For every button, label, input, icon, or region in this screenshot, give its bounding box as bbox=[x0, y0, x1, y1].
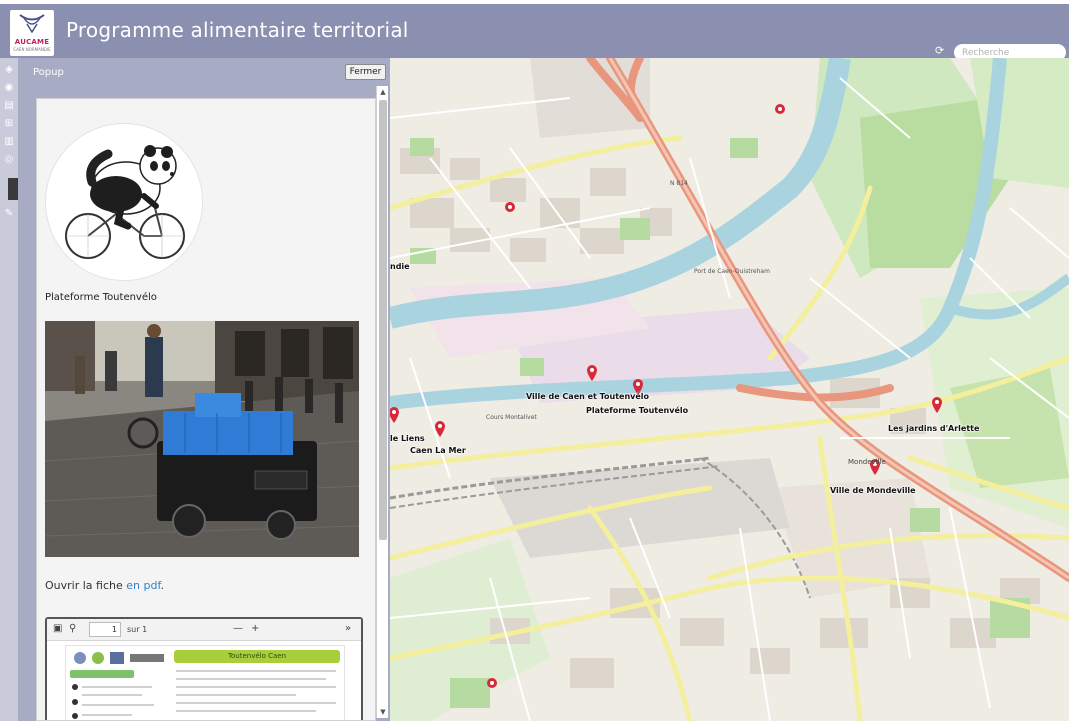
measure-icon[interactable]: ⊞ bbox=[3, 118, 15, 130]
map-pin-icon[interactable] bbox=[931, 396, 943, 414]
pdf-bullet-icons bbox=[72, 684, 78, 719]
popup-title: Popup bbox=[33, 67, 64, 78]
sidebar-icon[interactable] bbox=[8, 178, 18, 200]
app-title: Programme alimentaire territorial bbox=[66, 18, 409, 42]
map-view[interactable]: Ville de Caen et Toutenvélo Plateforme T… bbox=[390, 58, 1069, 721]
scroll-up-icon[interactable]: ▲ bbox=[377, 86, 389, 98]
print-icon[interactable]: ▥ bbox=[3, 136, 15, 148]
pdf-link[interactable]: en pdf bbox=[126, 579, 160, 592]
marker-label: Plateforme Toutenvélo bbox=[586, 406, 689, 415]
road-label: Cours Montalivet bbox=[486, 414, 537, 421]
marker-label: ndie bbox=[390, 262, 410, 271]
map-canvas bbox=[390, 58, 1069, 721]
zoom-icon[interactable]: ◎ bbox=[3, 154, 15, 166]
header-bar: AUCAME CAEN NORMANDIE Programme alimenta… bbox=[0, 0, 1069, 61]
pdf-text: Ouvrir la fiche bbox=[45, 579, 127, 592]
marker-label: le Liens bbox=[390, 434, 425, 443]
poi-marker[interactable] bbox=[504, 198, 516, 216]
zoom-in-button[interactable]: + bbox=[251, 623, 259, 634]
place-label: Port de Caen-Ouistreham bbox=[694, 268, 770, 275]
more-tools-button[interactable]: » bbox=[345, 623, 351, 634]
panda-bike-illustration bbox=[47, 125, 202, 280]
popup-panel: Popup Fermer Plateforme Toutenvélo Ouvri… bbox=[22, 58, 388, 721]
pdf-viewer: ▣ ⚲ sur 1 — + » Toutenvélo Caen bbox=[45, 617, 363, 720]
logo: AUCAME CAEN NORMANDIE bbox=[10, 10, 54, 56]
pdf-logos-icon bbox=[74, 652, 164, 664]
page-number-input[interactable] bbox=[89, 622, 121, 637]
refresh-icon[interactable]: ⟳ bbox=[935, 44, 944, 57]
pdf-toolbar: ▣ ⚲ sur 1 — + » bbox=[47, 619, 361, 641]
popup-header: Popup Fermer bbox=[22, 58, 388, 86]
marker-label: Les jardins d'Arlette bbox=[888, 424, 980, 433]
avatar bbox=[45, 123, 203, 281]
map-pin-icon[interactable] bbox=[586, 364, 598, 382]
sidebar-toggle-icon[interactable]: ▣ bbox=[53, 623, 62, 634]
pdf-banner: Toutenvélo Caen bbox=[174, 650, 340, 663]
photo-image bbox=[45, 321, 359, 557]
marker-label: Ville de Caen et Toutenvélo bbox=[526, 392, 650, 401]
place-photo bbox=[45, 321, 359, 557]
page-total: sur 1 bbox=[127, 625, 148, 634]
info-icon[interactable]: ◉ bbox=[3, 82, 15, 94]
marker-label: Caen La Mer bbox=[410, 446, 466, 455]
map-pin-icon[interactable] bbox=[434, 420, 446, 438]
map-pin-icon[interactable] bbox=[390, 406, 400, 424]
pdf-page: Toutenvélo Caen bbox=[65, 645, 345, 720]
poi-marker[interactable] bbox=[774, 100, 786, 118]
draw-icon[interactable]: ✎ bbox=[3, 208, 15, 220]
logo-mark-icon bbox=[19, 14, 45, 34]
app-window: AUCAME CAEN NORMANDIE Programme alimenta… bbox=[0, 0, 1069, 721]
layers-icon[interactable]: ◈ bbox=[3, 64, 15, 76]
marker-label: Ville de Mondeville bbox=[830, 486, 916, 495]
road-label: N 814 bbox=[670, 180, 688, 187]
pdf-link-line: Ouvrir la fiche en pdf. bbox=[45, 579, 164, 592]
tool-strip: ◈ ◉ ▤ ⊞ ▥ ◎ ✎ bbox=[0, 58, 18, 721]
popup-body: Plateforme Toutenvélo Ouvrir la fiche en… bbox=[36, 98, 376, 721]
search-icon[interactable]: ⚲ bbox=[69, 623, 76, 634]
scroll-down-icon[interactable]: ▼ bbox=[377, 706, 389, 718]
popup-scrollbar[interactable]: ▲ ▼ bbox=[376, 86, 388, 718]
pdf-suffix: . bbox=[160, 579, 165, 592]
close-button[interactable]: Fermer bbox=[345, 64, 386, 80]
place-name: Plateforme Toutenvélo bbox=[45, 292, 157, 303]
zoom-out-button[interactable]: — bbox=[233, 623, 243, 634]
scroll-thumb[interactable] bbox=[379, 100, 387, 540]
pdf-tag bbox=[70, 670, 134, 678]
place-label: Mondeville bbox=[848, 458, 886, 466]
map-icon[interactable]: ▤ bbox=[3, 100, 15, 112]
logo-brand: AUCAME bbox=[14, 38, 50, 46]
logo-subtitle: CAEN NORMANDIE bbox=[13, 47, 51, 52]
poi-marker[interactable] bbox=[486, 674, 498, 692]
